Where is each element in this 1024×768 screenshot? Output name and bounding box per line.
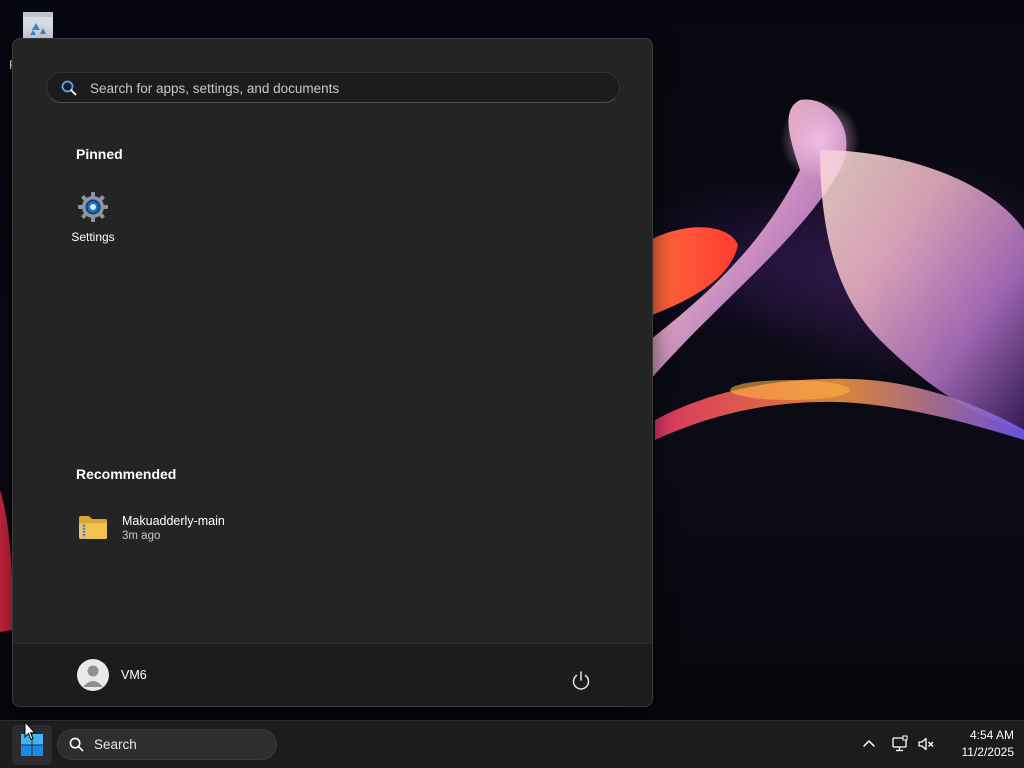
start-search-input[interactable]: [90, 79, 590, 97]
start-menu-footer: VM6: [13, 643, 652, 706]
power-button[interactable]: [564, 664, 598, 698]
pinned-app-label: Settings: [71, 230, 115, 244]
user-name: VM6: [121, 668, 147, 682]
taskbar-clock[interactable]: 4:54 AM 11/2/2025: [940, 727, 1015, 761]
chevron-up-icon[interactable]: [860, 735, 878, 753]
clock-date: 11/2/2025: [961, 745, 1015, 759]
mouse-cursor-icon: [24, 721, 36, 741]
zip-folder-icon: [79, 516, 107, 539]
clock-time: 4:54 AM: [969, 728, 1014, 742]
desktop: R Pinned: [0, 0, 1024, 768]
pinned-app-settings[interactable]: Settings: [59, 187, 127, 251]
recommended-item[interactable]: Makuadderly-main 3m ago: [73, 509, 333, 549]
start-search-box[interactable]: [46, 72, 620, 103]
network-icon[interactable]: [891, 735, 909, 753]
avatar: [77, 659, 109, 691]
gear-icon: [78, 192, 108, 222]
recommended-item-name: Makuadderly-main: [122, 514, 225, 528]
taskbar-search-label: Search: [94, 737, 137, 752]
pinned-section-title: Pinned: [76, 146, 123, 162]
recommended-item-time: 3m ago: [122, 530, 161, 542]
user-account-button[interactable]: VM6: [69, 654, 189, 696]
search-icon: [69, 737, 84, 752]
search-icon: [61, 80, 77, 96]
taskbar-search-box[interactable]: Search: [57, 729, 277, 760]
start-menu: Pinned Settings Reco: [12, 38, 653, 707]
power-icon: [572, 671, 590, 690]
user-icon: [83, 665, 103, 687]
taskbar: Search 4:54 AM 11/2/2025: [0, 720, 1024, 768]
volume-muted-icon[interactable]: [917, 735, 935, 753]
recommended-section-title: Recommended: [76, 466, 177, 482]
